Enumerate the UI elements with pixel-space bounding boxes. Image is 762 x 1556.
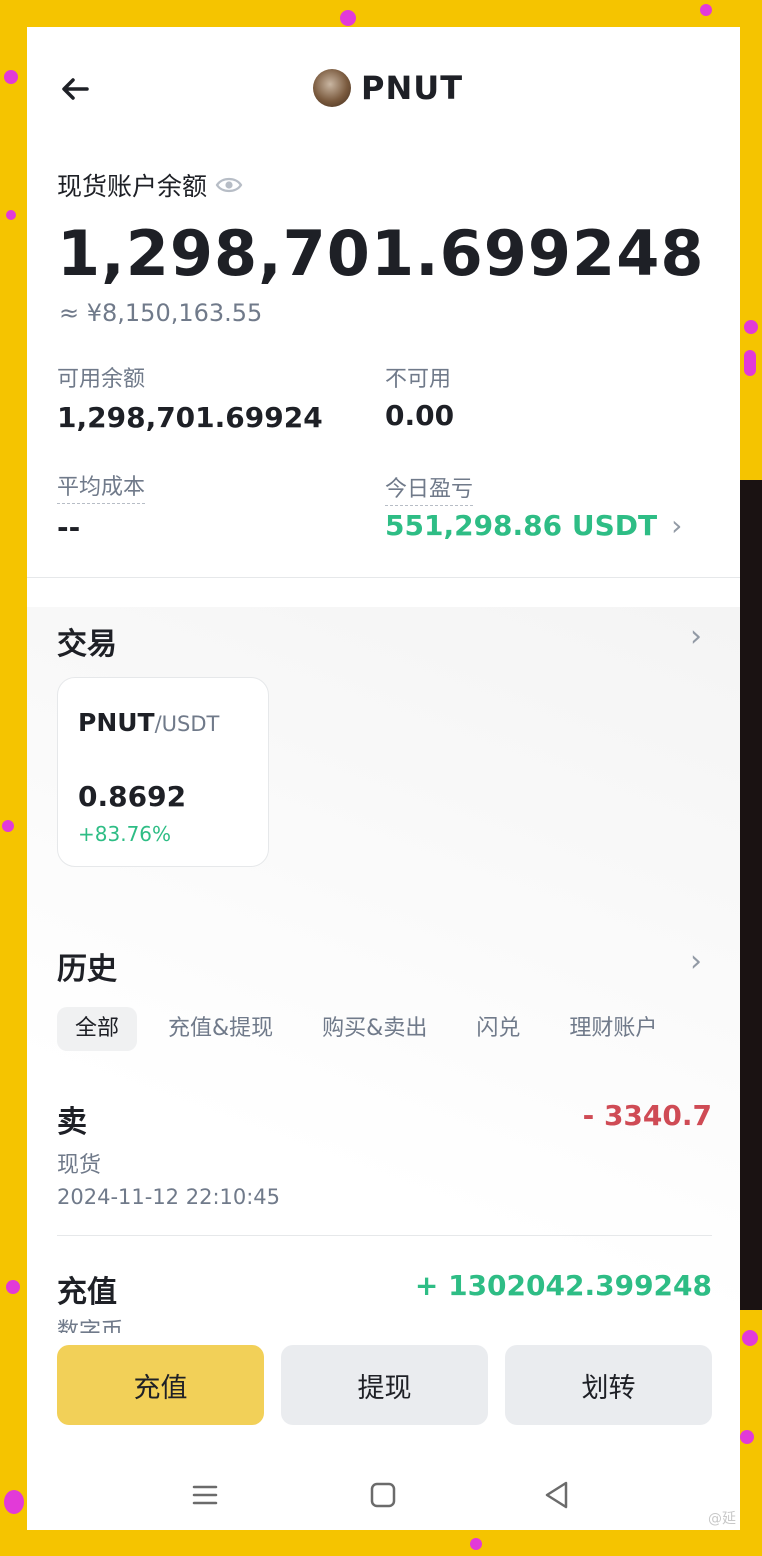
today-pnl-label[interactable]: 今日盈亏 xyxy=(385,471,474,506)
chevron-right-icon[interactable]: › xyxy=(690,619,702,654)
row-time: 2024-11-12 22:10:45 xyxy=(57,1185,281,1209)
bg-dot xyxy=(4,1490,24,1514)
watermark: @延 xyxy=(708,1511,736,1527)
bg-dot xyxy=(744,320,758,334)
tab-buy-sell[interactable]: 购买&卖出 xyxy=(304,1007,445,1051)
bg-dot xyxy=(744,350,756,376)
balance-label-row: 现货账户余额 xyxy=(57,167,243,203)
back-arrow-icon[interactable] xyxy=(57,71,97,111)
balance-cny-approx: ≈ ¥8,150,163.55 xyxy=(59,299,263,327)
pair-quote: /USDT xyxy=(154,712,220,736)
phone-screen: PNUT 现货账户余额 1,298,701.699248 ≈ ¥8,150,16… xyxy=(27,27,740,1530)
avg-cost-label[interactable]: 平均成本 xyxy=(57,469,146,504)
bg-dot xyxy=(2,820,14,832)
section-divider xyxy=(27,577,740,578)
pair-price: 0.8692 xyxy=(78,780,187,813)
available-value: 1,298,701.69924 xyxy=(57,401,323,434)
today-pnl-link[interactable]: 551,298.86 USDT › xyxy=(385,509,682,542)
row-type: 卖 xyxy=(57,1105,87,1140)
pair-name: PNUT/USDT xyxy=(78,708,219,737)
history-section-title: 历史 xyxy=(57,952,117,987)
eye-icon[interactable] xyxy=(207,171,243,200)
bg-dot xyxy=(470,1538,482,1550)
row-amount: + 1302042.399248 xyxy=(414,1269,712,1302)
tab-all[interactable]: 全部 xyxy=(57,1007,138,1051)
pair-change: +83.76% xyxy=(78,822,172,846)
top-bar: PNUT xyxy=(27,67,740,127)
background-photo-strip xyxy=(738,480,762,1310)
tab-deposit-withdraw[interactable]: 充值&提现 xyxy=(150,1007,291,1051)
back-triangle-icon[interactable] xyxy=(537,1475,577,1515)
withdraw-button[interactable]: 提现 xyxy=(281,1345,488,1425)
token-title: PNUT xyxy=(313,69,463,107)
chevron-right-icon[interactable]: › xyxy=(690,944,702,979)
bg-dot xyxy=(4,70,18,84)
tab-convert[interactable]: 闪兑 xyxy=(458,1007,538,1051)
menu-icon[interactable] xyxy=(185,1475,225,1515)
bg-dot xyxy=(6,1280,20,1294)
balance-label: 现货账户余额 xyxy=(57,172,208,201)
balance-amount: 1,298,701.699248 xyxy=(57,217,705,290)
history-tabs: 全部 充值&提现 购买&卖出 闪兑 理财账户 xyxy=(57,1007,688,1051)
chevron-right-icon: › xyxy=(671,509,683,542)
avg-cost-value: -- xyxy=(57,511,81,544)
row-subtype: 现货 xyxy=(57,1153,102,1178)
bg-dot xyxy=(740,1430,754,1444)
row-type: 充值 xyxy=(57,1275,117,1310)
row-divider xyxy=(57,1235,712,1236)
pair-base: PNUT xyxy=(78,708,155,737)
trade-section-title: 交易 xyxy=(57,627,117,662)
system-nav-bar: @延 xyxy=(27,1457,740,1530)
row-amount: - 3340.7 xyxy=(582,1099,712,1132)
unavailable-value: 0.00 xyxy=(385,399,455,432)
token-name: PNUT xyxy=(361,69,464,107)
bg-dot xyxy=(742,1330,758,1346)
home-icon[interactable] xyxy=(363,1475,403,1515)
bg-dot xyxy=(340,10,356,26)
action-bar: 充值 提现 划转 xyxy=(27,1333,740,1453)
available-label: 可用余额 xyxy=(57,367,146,392)
bg-dot xyxy=(700,4,712,16)
bg-dot xyxy=(6,210,16,220)
unavailable-label: 不可用 xyxy=(385,367,452,392)
deposit-button[interactable]: 充值 xyxy=(57,1345,264,1425)
trading-pair-card[interactable]: PNUT/USDT 0.8692 +83.76% xyxy=(57,677,269,867)
today-pnl-value: 551,298.86 USDT xyxy=(385,509,658,542)
transfer-button[interactable]: 划转 xyxy=(505,1345,712,1425)
token-avatar xyxy=(313,69,351,107)
tab-earn-account[interactable]: 理财账户 xyxy=(551,1007,675,1051)
